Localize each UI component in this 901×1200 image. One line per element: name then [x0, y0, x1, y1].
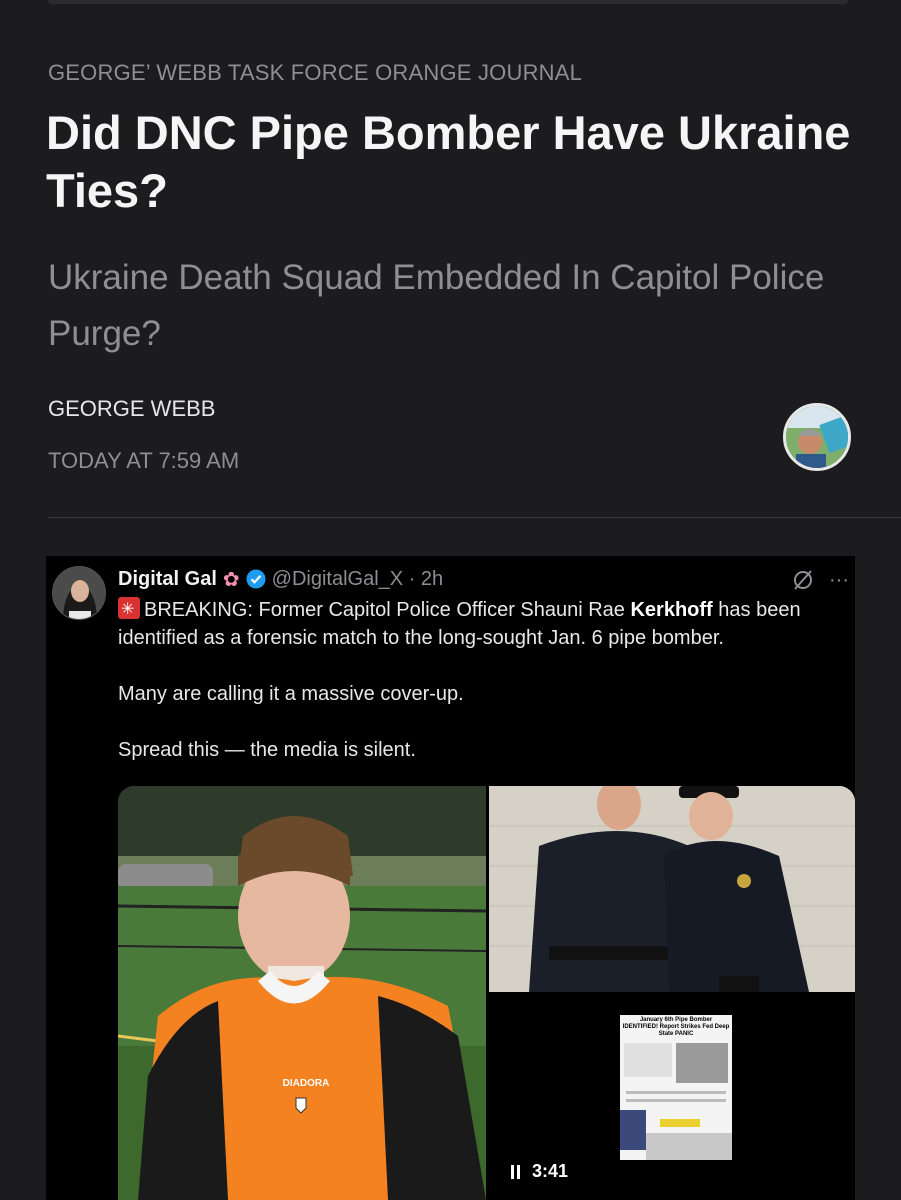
tweet-avatar[interactable]: [52, 566, 106, 620]
tweet-paragraph-3: Spread this — the media is silent.: [118, 739, 416, 761]
tweet-header: Digital Gal ✿ @DigitalGal_X · 2h: [118, 566, 443, 592]
tweet-handle-time[interactable]: @DigitalGal_X · 2h: [272, 568, 443, 591]
video-thumbnail: January 6th Pipe Bomber IDENTIFIED! Repo…: [620, 1015, 732, 1160]
tweet-author-name[interactable]: Digital Gal: [118, 568, 217, 591]
tweet-media-grid[interactable]: DIADORA January 6th Pipe Bomber IDENTIFI…: [118, 786, 855, 1200]
tweet-text: BREAKING: Former Capitol Police Officer …: [118, 596, 858, 792]
author-avatar[interactable]: [783, 403, 851, 471]
publish-date: TODAY AT 7:59 AM: [48, 448, 240, 473]
verified-badge-icon: [246, 569, 266, 589]
tweet-paragraph-1: BREAKING: Former Capitol Police Officer …: [118, 596, 858, 652]
publication-name[interactable]: GEORGE’ WEBB TASK FORCE ORANGE JOURNAL: [48, 60, 582, 86]
grok-icon[interactable]: [791, 568, 815, 592]
siren-emoji-icon: [118, 596, 140, 624]
highlighted-name: Kerkhoff: [630, 599, 713, 621]
media-photo-officers[interactable]: [489, 786, 855, 992]
more-options-icon[interactable]: ···: [829, 569, 849, 592]
top-bar: [48, 0, 848, 4]
article-subtitle: Ukraine Death Squad Embedded In Capitol …: [48, 258, 825, 353]
thumbnail-headline: January 6th Pipe Bomber IDENTIFIED! Repo…: [622, 1017, 730, 1037]
article-title: Did DNC Pipe Bomber Have Ukraine Ties?: [46, 106, 851, 217]
flower-emoji-icon: ✿: [222, 568, 240, 591]
section-divider: [48, 517, 901, 518]
author-name[interactable]: GEORGE WEBB: [48, 396, 215, 422]
media-photo-goalkeeper[interactable]: DIADORA: [118, 786, 487, 1200]
media-video-clip[interactable]: January 6th Pipe Bomber IDENTIFIED! Repo…: [489, 995, 855, 1200]
pause-icon[interactable]: [511, 1164, 520, 1179]
embedded-tweet[interactable]: Digital Gal ✿ @DigitalGal_X · 2h ··· BRE…: [46, 556, 855, 1200]
tweet-actions: ···: [791, 568, 849, 592]
tweet-paragraph-2: Many are calling it a massive cover-up.: [118, 683, 464, 705]
video-duration: 3:41: [532, 1161, 569, 1181]
jersey-brand: DIADORA: [283, 1078, 330, 1089]
video-controls[interactable]: 3:41: [511, 1161, 568, 1182]
